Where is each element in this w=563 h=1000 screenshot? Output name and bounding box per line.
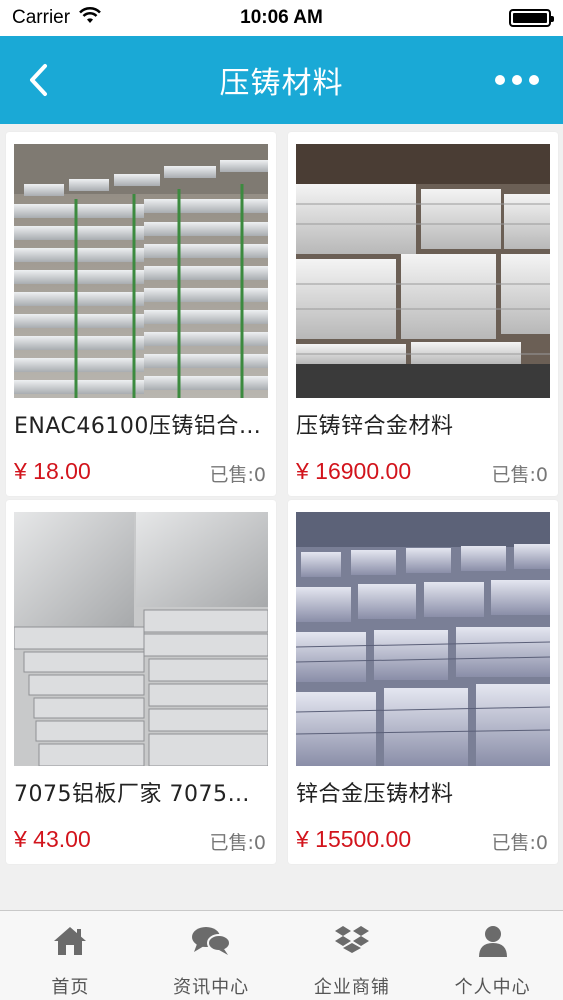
tab-home[interactable]: 首页 — [0, 911, 141, 1000]
home-icon — [50, 923, 90, 959]
product-sold-count: 已售:0 — [209, 832, 267, 854]
chat-bubbles-icon — [191, 923, 232, 959]
product-sold-count: 已售:0 — [491, 464, 549, 486]
product-name: ENAC46100压铸铝合金锭 — [14, 414, 270, 439]
user-icon — [473, 923, 513, 959]
status-left: Carrier — [12, 6, 102, 30]
tab-label: 首页 — [51, 977, 90, 998]
dropbox-icon — [332, 923, 372, 959]
tab-label: 资讯中心 — [173, 977, 250, 998]
page-title: 压铸材料 — [219, 66, 344, 101]
tab-bar: 首页 资讯中心 企业商铺 个人中心 — [0, 910, 563, 1000]
more-dot — [495, 75, 505, 85]
tab-label: 个人中心 — [454, 977, 531, 998]
product-image-aluminum-plates — [14, 512, 268, 766]
status-bar: Carrier 10:06 AM — [0, 0, 563, 36]
more-dot — [512, 75, 522, 85]
product-image-zinc-pallets — [296, 144, 550, 398]
product-card[interactable]: 7075铝板厂家 7075铝合金板 ¥ 43.00 已售:0 — [6, 500, 276, 864]
wifi-icon — [78, 6, 102, 30]
product-name: 7075铝板厂家 7075铝合金板 — [14, 782, 270, 807]
nav-bar: 压铸材料 — [0, 36, 563, 124]
carrier-label: Carrier — [12, 7, 71, 28]
product-image-zinc-ingots — [296, 512, 550, 766]
back-button[interactable] — [18, 58, 58, 102]
product-card[interactable]: ENAC46100压铸铝合金锭 ¥ 18.00 已售:0 — [6, 132, 276, 496]
more-button[interactable] — [495, 66, 539, 94]
tab-personal-center[interactable]: 个人中心 — [422, 911, 563, 1000]
product-price: ¥ 15500.00 — [296, 826, 412, 852]
battery-icon — [509, 9, 554, 27]
more-dot — [529, 75, 539, 85]
product-image-aluminum-ingots — [14, 144, 268, 398]
product-card[interactable]: 压铸锌合金材料 ¥ 16900.00 已售:0 — [288, 132, 558, 496]
product-price: ¥ 16900.00 — [296, 458, 412, 484]
product-card[interactable]: 锌合金压铸材料 ¥ 15500.00 已售:0 — [288, 500, 558, 864]
tab-enterprise-shop[interactable]: 企业商铺 — [282, 911, 423, 1000]
tab-news-center[interactable]: 资讯中心 — [141, 911, 282, 1000]
product-name: 锌合金压铸材料 — [296, 782, 454, 807]
chevron-left-icon — [30, 64, 47, 96]
product-price: ¥ 18.00 — [14, 458, 91, 484]
tab-label: 企业商铺 — [313, 977, 390, 998]
product-name: 压铸锌合金材料 — [296, 414, 454, 439]
product-price: ¥ 43.00 — [14, 826, 91, 852]
product-sold-count: 已售:0 — [491, 832, 549, 854]
product-sold-count: 已售:0 — [209, 464, 267, 486]
